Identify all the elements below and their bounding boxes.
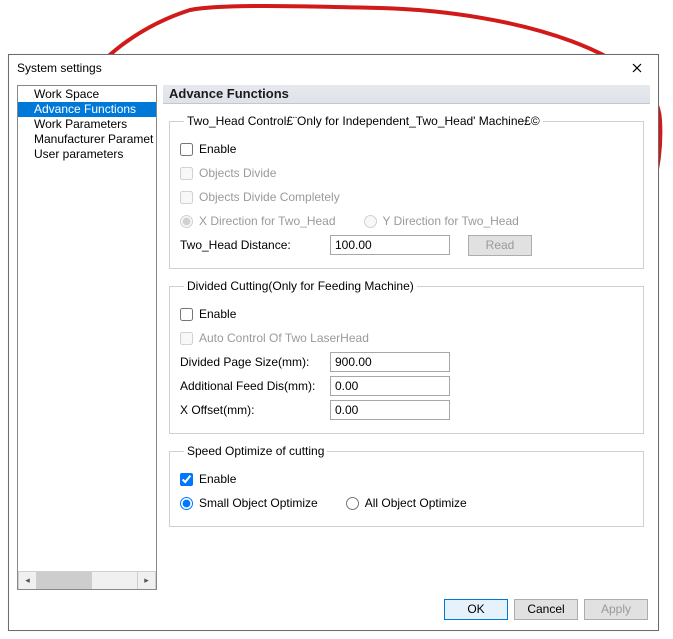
dialog-footer: OK Cancel Apply (9, 596, 658, 622)
group-divided-cutting: Divided Cutting(Only for Feeding Machine… (169, 279, 644, 434)
objects-divide-completely-label: Objects Divide Completely (199, 190, 340, 204)
sidebar-tree: Work Space Advance Functions Work Parame… (18, 86, 156, 571)
speed-enable-label: Enable (199, 472, 236, 486)
two-head-enable-checkbox[interactable] (180, 143, 193, 156)
close-icon (632, 63, 642, 73)
sidebar-item-workspace[interactable]: Work Space (18, 87, 156, 102)
x-offset-input[interactable] (330, 400, 450, 420)
auto-control-checkbox (180, 332, 193, 345)
y-direction-radio (364, 215, 377, 228)
auto-control-label: Auto Control Of Two LaserHead (199, 331, 369, 345)
sidebar-item-user-parameters[interactable]: User parameters (18, 147, 156, 162)
main-panel: Advance Functions Two_Head Control£¨Only… (163, 85, 650, 590)
read-button: Read (468, 235, 532, 256)
x-direction-label: X Direction for Two_Head (199, 214, 336, 228)
two-head-distance-input[interactable] (330, 235, 450, 255)
x-direction: X Direction for Two_Head (180, 214, 336, 228)
auto-control: Auto Control Of Two LaserHead (180, 331, 369, 345)
ok-button[interactable]: OK (444, 599, 508, 620)
speed-enable-checkbox[interactable] (180, 473, 193, 486)
objects-divide: Objects Divide (180, 166, 276, 180)
scroll-thumb[interactable] (37, 572, 92, 589)
group-two-head-legend: Two_Head Control£¨Only for Independent_T… (184, 114, 543, 128)
feed-dis-input[interactable] (330, 376, 450, 396)
all-object-radio[interactable] (346, 497, 359, 510)
two-head-enable-label: Enable (199, 142, 236, 156)
two-head-enable[interactable]: Enable (180, 142, 236, 156)
feed-dis-label: Additional Feed Dis(mm): (180, 379, 330, 393)
two-head-distance-label: Two_Head Distance: (180, 238, 330, 252)
close-button[interactable] (618, 57, 656, 79)
speed-enable[interactable]: Enable (180, 472, 236, 486)
group-speed-optimize: Speed Optimize of cutting Enable Small O… (169, 444, 644, 527)
y-direction: Y Direction for Two_Head (364, 214, 519, 228)
y-direction-label: Y Direction for Two_Head (383, 214, 519, 228)
group-speed-legend: Speed Optimize of cutting (184, 444, 327, 458)
x-offset-label: X Offset(mm): (180, 403, 330, 417)
objects-divide-checkbox (180, 167, 193, 180)
page-size-label: Divided Page Size(mm): (180, 355, 330, 369)
settings-window: System settings Work Space Advance Funct… (8, 54, 659, 631)
sidebar-item-work-parameters[interactable]: Work Parameters (18, 117, 156, 132)
objects-divide-completely-checkbox (180, 191, 193, 204)
group-two-head: Two_Head Control£¨Only for Independent_T… (169, 114, 644, 269)
all-object-label: All Object Optimize (365, 496, 467, 510)
sidebar: Work Space Advance Functions Work Parame… (17, 85, 157, 590)
divided-enable-checkbox[interactable] (180, 308, 193, 321)
divided-enable-label: Enable (199, 307, 236, 321)
page-size-input[interactable] (330, 352, 450, 372)
small-object-label: Small Object Optimize (199, 496, 318, 510)
group-divided-legend: Divided Cutting(Only for Feeding Machine… (184, 279, 417, 293)
x-direction-radio (180, 215, 193, 228)
objects-divide-completely: Objects Divide Completely (180, 190, 340, 204)
sidebar-item-manufacturer-parameters[interactable]: Manufacturer Paramet (18, 132, 156, 147)
page-title: Advance Functions (163, 85, 650, 104)
sidebar-scrollbar[interactable]: ◂ ▸ (18, 571, 156, 589)
sidebar-item-advance-functions[interactable]: Advance Functions (18, 102, 156, 117)
scroll-right-icon[interactable]: ▸ (137, 572, 156, 589)
all-object-optimize[interactable]: All Object Optimize (346, 496, 467, 510)
small-object-optimize[interactable]: Small Object Optimize (180, 496, 318, 510)
scroll-track[interactable] (37, 572, 137, 589)
titlebar: System settings (9, 55, 658, 81)
cancel-button[interactable]: Cancel (514, 599, 578, 620)
objects-divide-label: Objects Divide (199, 166, 276, 180)
scroll-left-icon[interactable]: ◂ (18, 572, 37, 589)
apply-button: Apply (584, 599, 648, 620)
divided-enable[interactable]: Enable (180, 307, 236, 321)
small-object-radio[interactable] (180, 497, 193, 510)
window-title: System settings (17, 61, 618, 75)
